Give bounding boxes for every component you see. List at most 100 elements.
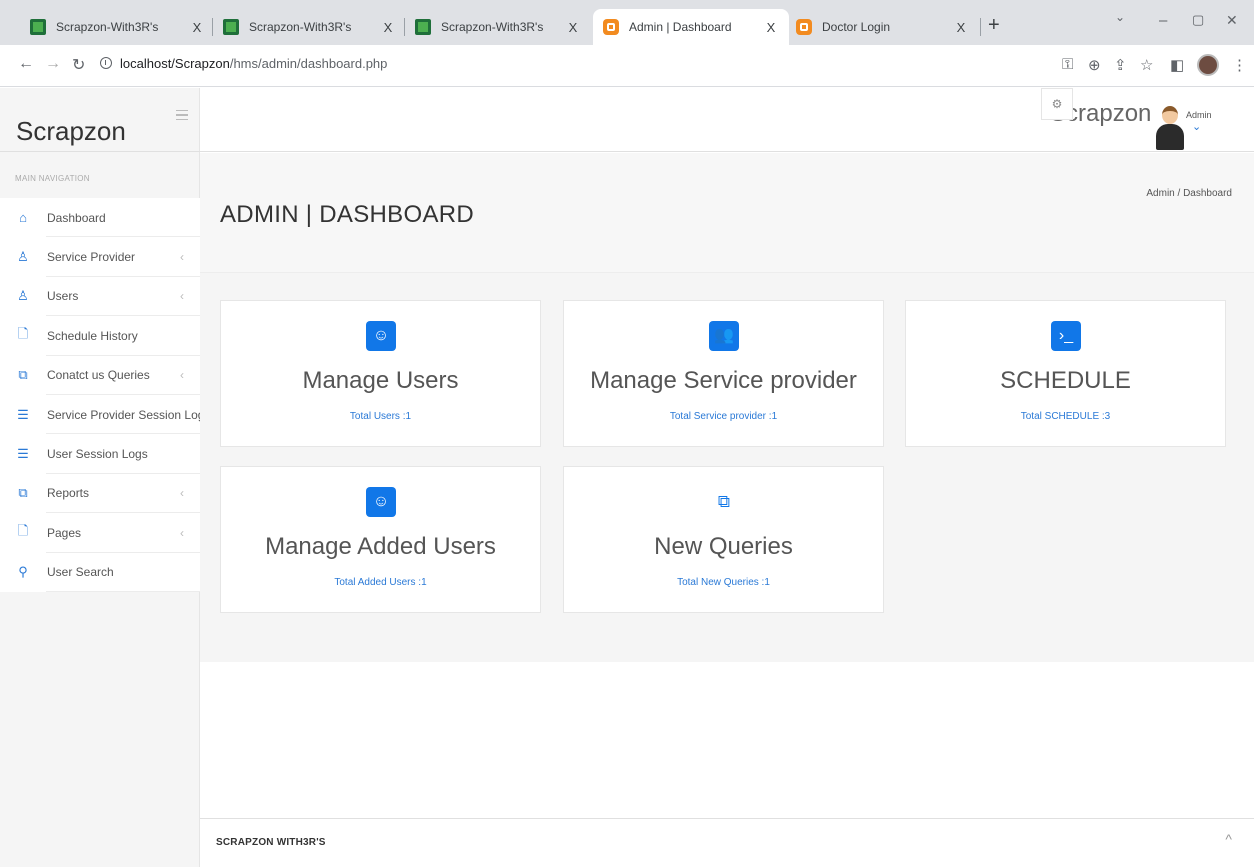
close-window-icon[interactable]: ✕: [1226, 12, 1238, 29]
back-icon[interactable]: ←: [18, 55, 34, 73]
search-icon: ⚲: [18, 564, 28, 580]
sidebar-item[interactable]: ☰ User Session Logs: [0, 434, 200, 475]
tab-close-icon[interactable]: X: [763, 20, 779, 35]
browser-tab-active[interactable]: Admin | Dashboard X: [593, 9, 789, 45]
nav-section-heading: MAIN NAVIGATION: [15, 174, 90, 183]
site-info-icon[interactable]: [100, 57, 112, 69]
user-avatar-icon[interactable]: [1156, 106, 1184, 150]
card-title[interactable]: Manage Added Users: [221, 533, 540, 561]
tab-title: Scrapzon-With3R's: [441, 20, 544, 34]
menu-toggle-icon[interactable]: [176, 110, 188, 120]
card-count-link[interactable]: Total Service provider :1: [564, 411, 883, 422]
tab-favicon-icon: [415, 19, 431, 35]
page-header: ADMIN | DASHBOARD Admin / Dashboard: [200, 153, 1254, 273]
home-icon: ⌂: [19, 210, 27, 226]
profile-avatar-icon[interactable]: [1197, 54, 1219, 76]
chevron-left-icon: ‹: [180, 486, 184, 501]
sidebar-item[interactable]: ♙ Users ‹: [0, 277, 200, 317]
sidebar-item-label: User Search: [47, 565, 114, 580]
file-icon: 🗋: [17, 522, 29, 538]
chevron-left-icon: ‹: [180, 289, 184, 304]
sidebar-item-label: Reports: [47, 486, 90, 501]
dashboard-cards: ☺ Manage Users Total Users :1 👥 Manage Servi…: [200, 273, 1254, 662]
sidebar-item[interactable]: ☰ Service Provider Session Logs: [0, 395, 210, 435]
breadcrumb[interactable]: Admin / Dashboard: [1146, 188, 1232, 199]
minimize-icon[interactable]: –: [1159, 12, 1167, 29]
forward-icon[interactable]: →: [45, 55, 61, 73]
tab-close-icon[interactable]: X: [953, 20, 969, 35]
card-count-link[interactable]: Total Added Users :1: [221, 577, 540, 588]
share-icon[interactable]: ⇪: [1114, 56, 1127, 74]
sidebar-item[interactable]: ⚲ User Search: [0, 553, 200, 593]
card-count-link[interactable]: Total New Queries :1: [564, 577, 883, 588]
files-icon: ⧉: [717, 492, 731, 511]
tab-title: Scrapzon-With3R's: [249, 20, 352, 34]
tab-search-icon[interactable]: ⌄: [1115, 10, 1125, 24]
files-icon: ⧉: [18, 485, 28, 501]
chevron-up-icon[interactable]: ^: [1225, 831, 1232, 847]
tab-close-icon[interactable]: X: [565, 20, 581, 35]
page-title: ADMIN | DASHBOARD: [220, 201, 475, 228]
bookmark-star-icon[interactable]: ☆: [1140, 56, 1153, 74]
chevron-down-icon[interactable]: ⌄: [1192, 120, 1201, 133]
new-tab-button[interactable]: +: [988, 14, 1000, 37]
sidebar-item-label: User Session Logs: [47, 447, 148, 462]
address-bar[interactable]: localhost/Scrapzon/hms/admin/dashboard.p…: [100, 56, 387, 71]
sidebar-item[interactable]: ⧉ Reports ‹: [0, 474, 200, 514]
reload-icon[interactable]: ↻: [72, 55, 85, 75]
sidebar: Scrapzon MAIN NAVIGATION ⌂ Dashboard ♙ Serv…: [0, 88, 210, 867]
card-title[interactable]: Manage Users: [221, 367, 540, 395]
url-path: /hms/admin/dashboard.php: [229, 56, 388, 71]
brand-logo-text[interactable]: Scrapzon: [16, 116, 126, 147]
sidebar-item[interactable]: ⧉ Conatct us Queries ‹: [0, 356, 200, 396]
tab-close-icon[interactable]: X: [380, 20, 396, 35]
sidebar-item[interactable]: 🗋 Pages ‹: [0, 513, 200, 553]
list-icon: ☰: [17, 406, 29, 422]
footer-text: SCRAPZON WITH3R'S: [216, 837, 326, 848]
card-title[interactable]: SCHEDULE: [906, 367, 1225, 395]
file-icon: 🗋: [17, 325, 29, 341]
chevron-left-icon: ‹: [180, 368, 184, 383]
sidebar-item-label: Pages: [47, 525, 82, 540]
sidebar-item-label: Schedule History: [47, 328, 138, 343]
main-content: ADMIN | DASHBOARD Admin / Dashboard ☺ Man…: [200, 153, 1254, 867]
card-title[interactable]: Manage Service provider: [564, 367, 883, 395]
browser-tab[interactable]: Scrapzon-With3R's X: [20, 9, 215, 45]
sidebar-brand: Scrapzon: [0, 88, 200, 152]
tab-close-icon[interactable]: X: [189, 20, 205, 35]
sidebar-item-label: Dashboard: [47, 210, 106, 225]
dashboard-card[interactable]: ☺ Manage Users Total Users :1: [220, 300, 541, 447]
dashboard-card[interactable]: ›_ SCHEDULE Total SCHEDULE :3: [905, 300, 1226, 447]
password-key-icon[interactable]: ⚿: [1062, 56, 1073, 73]
dashboard-card[interactable]: 👥 Manage Service provider Total Service pr…: [563, 300, 884, 447]
sidebar-item-label: Conatct us Queries: [47, 368, 150, 383]
browser-menu-icon[interactable]: ⋮: [1232, 56, 1247, 74]
settings-gear-icon[interactable]: ⚙: [1041, 88, 1073, 120]
card-count-link[interactable]: Total Users :1: [221, 411, 540, 422]
tab-favicon-icon: [796, 19, 812, 35]
user-icon: ♙: [17, 288, 29, 304]
card-count-link[interactable]: Total SCHEDULE :3: [906, 411, 1225, 422]
side-panel-icon[interactable]: ◧: [1170, 56, 1184, 74]
user-name[interactable]: Admin: [1186, 110, 1212, 120]
users-icon: 👥: [709, 321, 739, 351]
files-icon: ⧉: [18, 367, 28, 383]
browser-toolbar: ← → ↻ localhost/Scrapzon/hms/admin/dashb…: [0, 45, 1254, 87]
smile-icon: ☺: [366, 321, 396, 351]
sidebar-item[interactable]: ⌂ Dashboard: [0, 198, 200, 238]
sidebar-item[interactable]: 🗋 Schedule History: [0, 316, 200, 356]
browser-tab[interactable]: Scrapzon-With3R's X: [405, 9, 591, 45]
list-icon: ☰: [17, 446, 29, 462]
nav-list: ⌂ Dashboard ♙ Service Provider ‹ ♙ Users ‹ 🗋 Sche…: [0, 198, 210, 593]
sidebar-item-label: Service Provider: [47, 250, 136, 265]
app-topbar: Scrapzon Admin ⌄: [200, 88, 1254, 152]
sidebar-item[interactable]: ♙ Service Provider ‹: [0, 237, 200, 278]
restore-icon[interactable]: ▢: [1192, 12, 1204, 28]
chevron-left-icon: ‹: [180, 525, 184, 540]
zoom-icon[interactable]: ⊕: [1088, 56, 1101, 74]
dashboard-card[interactable]: ⧉ New Queries Total New Queries :1: [563, 466, 884, 613]
browser-tab[interactable]: Doctor Login X: [786, 9, 979, 45]
browser-tab[interactable]: Scrapzon-With3R's X: [213, 9, 406, 45]
card-title[interactable]: New Queries: [564, 533, 883, 561]
dashboard-card[interactable]: ☺ Manage Added Users Total Added Users :1: [220, 466, 541, 613]
